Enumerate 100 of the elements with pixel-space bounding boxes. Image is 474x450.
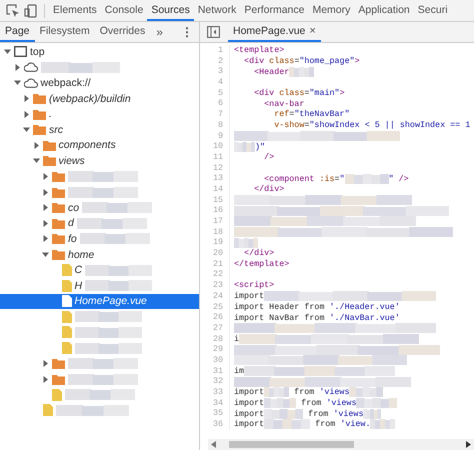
- tree-item[interactable]: views: [0, 153, 199, 169]
- folder-icon: [52, 233, 65, 244]
- panel-tab[interactable]: Application: [354, 0, 414, 21]
- file-icon: [62, 295, 72, 308]
- tree-item[interactable]: components: [0, 138, 199, 154]
- code-text: from 'views: [293, 387, 350, 398]
- line-number: 17: [200, 216, 230, 227]
- collapsed-arrow-icon[interactable]: [42, 204, 49, 212]
- code-text: </template>: [234, 259, 290, 270]
- line-number: 35: [200, 408, 230, 420]
- collapsed-arrow-icon[interactable]: [42, 376, 49, 383]
- line-number: 7: [200, 109, 230, 120]
- code-text: <Header: [253, 66, 290, 77]
- line-number: 5: [200, 88, 230, 98]
- collapsed-arrow-icon[interactable]: [23, 95, 30, 102]
- code-text: import: [234, 408, 264, 419]
- line-number: 2: [200, 56, 230, 66]
- tree-item[interactable]: H: [0, 278, 199, 294]
- file-icon: [62, 264, 72, 276]
- redaction-block: [344, 174, 389, 184]
- line-number: 12: [200, 162, 230, 174]
- collapsed-arrow-icon[interactable]: [42, 360, 49, 368]
- tree-item[interactable]: (webpack)/buildin: [0, 90, 199, 106]
- redaction-block: [264, 398, 296, 408]
- code-text: ref="theNavBar": [273, 109, 350, 120]
- frame-icon: [14, 46, 27, 58]
- panel-tab[interactable]: Performance: [240, 0, 308, 21]
- collapsed-arrow-icon[interactable]: [14, 64, 20, 71]
- menu-button[interactable]: ⋮: [175, 25, 199, 39]
- line-number: 10: [200, 141, 230, 152]
- close-button[interactable]: ×: [309, 25, 316, 37]
- code-text: from 'views: [307, 408, 364, 419]
- code-text: import NavBar from './NavBar.vue': [234, 312, 400, 323]
- tree-item[interactable]: fo: [0, 231, 199, 247]
- collapsed-arrow-icon[interactable]: [42, 188, 49, 196]
- horizontal-scrollbar[interactable]: [208, 439, 474, 450]
- tree-item[interactable]: .: [0, 106, 199, 122]
- panel-tab[interactable]: Network: [194, 0, 240, 21]
- navigator-tab[interactable]: Overrides: [94, 22, 150, 42]
- code-text: </div>: [243, 248, 274, 258]
- expanded-arrow-icon[interactable]: [23, 126, 30, 134]
- line-number: 16: [200, 205, 230, 216]
- sidebar-toggle-icon[interactable]: [207, 26, 220, 38]
- tree-item[interactable]: src: [0, 122, 199, 138]
- more-tabs-button[interactable]: »: [150, 25, 169, 39]
- folder-icon: [52, 202, 65, 214]
- folder-icon: [33, 93, 46, 104]
- scroll-right-arrow-icon[interactable]: [465, 441, 471, 448]
- code-text: " />: [388, 174, 409, 184]
- navigator-tab[interactable]: Filesystem: [34, 22, 95, 42]
- line-number: 28: [200, 334, 230, 344]
- cloud-icon: [24, 62, 38, 72]
- tree-item[interactable]: top: [0, 44, 199, 60]
- code-text: <div class="home_page">: [243, 56, 360, 66]
- expanded-arrow-icon[interactable]: [32, 157, 40, 164]
- file-tab-label[interactable]: HomePage.vue: [233, 25, 306, 37]
- folder-icon: [42, 140, 56, 151]
- line-number: 33: [200, 387, 230, 398]
- inspect-icon[interactable]: [6, 4, 20, 18]
- panel-tab[interactable]: Securi: [414, 0, 452, 21]
- folder-icon: [42, 155, 56, 166]
- code-text: v-show="showIndex < 5 || showIndex == 1: [273, 120, 470, 130]
- collapsed-arrow-icon[interactable]: [42, 235, 49, 242]
- line-number: 13: [200, 173, 230, 184]
- navigator-tab[interactable]: Page: [0, 22, 35, 42]
- collapsed-arrow-icon[interactable]: [23, 110, 30, 118]
- panel-tab[interactable]: Console: [100, 0, 148, 21]
- panel-tab[interactable]: Memory: [308, 0, 354, 21]
- expanded-arrow-icon[interactable]: [14, 79, 20, 86]
- file-icon: [52, 388, 62, 401]
- tree-item[interactable]: webpack://: [0, 75, 199, 91]
- code-text: from 'views: [300, 398, 356, 408]
- code-text: import: [234, 291, 264, 302]
- redaction-block: [370, 419, 396, 430]
- code-text: <div class="main">: [253, 88, 345, 98]
- line-number: 25: [200, 302, 230, 312]
- line-number: 23: [200, 280, 230, 291]
- tree-item[interactable]: d: [0, 216, 199, 232]
- tree-item[interactable]: C: [0, 262, 199, 278]
- scroll-left-arrow-icon[interactable]: [211, 441, 217, 448]
- expanded-arrow-icon[interactable]: [4, 48, 11, 56]
- collapsed-arrow-icon[interactable]: [32, 142, 40, 149]
- collapsed-arrow-icon[interactable]: [42, 173, 49, 180]
- line-number: 34: [200, 398, 230, 408]
- code-text: im: [234, 366, 244, 376]
- device-icon[interactable]: [24, 4, 38, 18]
- tree-item[interactable]: co: [0, 200, 199, 216]
- cloud-icon: [24, 78, 38, 88]
- code-text: import: [234, 419, 264, 430]
- folder-icon: [52, 186, 65, 198]
- code-text: <component :is=": [263, 174, 345, 184]
- collapsed-arrow-icon[interactable]: [42, 220, 49, 227]
- tree-item[interactable]: home: [0, 246, 199, 262]
- panel-tab[interactable]: Elements: [49, 0, 101, 21]
- line-number: 3: [200, 66, 230, 78]
- file-icon: [62, 326, 72, 338]
- line-number: 4: [200, 77, 230, 88]
- expanded-arrow-icon[interactable]: [42, 251, 49, 258]
- tree-item[interactable]: HomePage.vue: [0, 294, 199, 310]
- file-icon: [62, 342, 72, 354]
